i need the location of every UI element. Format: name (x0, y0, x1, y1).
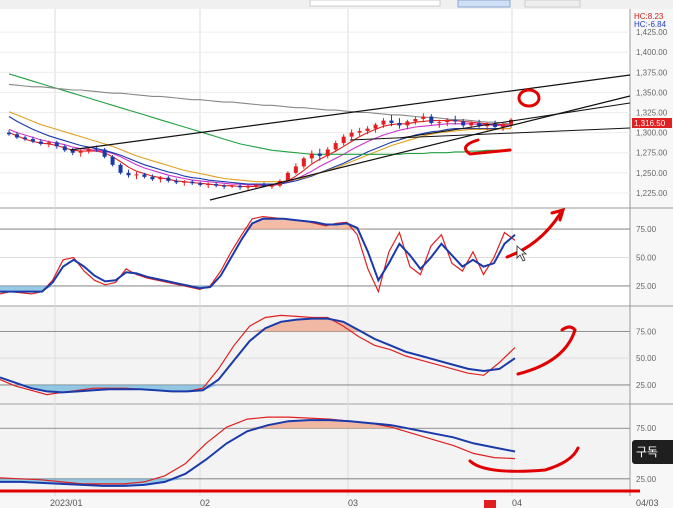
candle-body (333, 143, 338, 150)
candle-body (254, 184, 259, 187)
candle-body (341, 136, 346, 144)
candle-body (445, 119, 450, 123)
y-tick-label: 1,400.00 (636, 48, 668, 57)
candle-body (373, 124, 378, 129)
candle-body (301, 158, 306, 167)
candle-body (206, 184, 211, 186)
candle-body (166, 177, 171, 181)
x-tick-label: 02 (200, 498, 210, 508)
candle-body (142, 174, 147, 177)
candle-body (437, 122, 442, 124)
candle-body (421, 116, 426, 119)
candle-body (70, 150, 75, 153)
candle-body (118, 164, 123, 173)
candle-body (94, 148, 99, 150)
y-tick-label: 75.00 (636, 424, 657, 433)
candle-body (405, 121, 410, 126)
candle-body (102, 149, 107, 157)
lc-label: HC:-6.84 (634, 20, 667, 29)
candle-body (325, 149, 330, 156)
candle-body (214, 184, 219, 186)
candle-body (110, 156, 115, 165)
candle-body (38, 141, 43, 144)
candle-body (269, 185, 274, 187)
toolbar-button[interactable] (457, 0, 511, 8)
subscribe-button[interactable]: 구독 (632, 440, 673, 464)
x-tick-label: 04/03 (636, 498, 659, 508)
candle-body (493, 123, 498, 127)
x-tick-label: 2023/01 (50, 498, 83, 508)
candle-body (230, 185, 235, 187)
candle-body (14, 134, 19, 138)
y-tick-label: 1,425.00 (636, 28, 668, 37)
y-tick-label: 25.00 (636, 381, 657, 390)
candle-body (174, 180, 179, 183)
candle-body (246, 186, 251, 188)
y-tick-label: 75.00 (636, 327, 657, 336)
candle-body (309, 153, 314, 159)
candle-body (461, 121, 466, 126)
panel-backgrounds (0, 9, 673, 508)
x-tick-label: 04 (512, 498, 522, 508)
candle-body (190, 181, 195, 184)
candle-body (182, 181, 187, 183)
y-tick-label: 1,300.00 (636, 129, 668, 138)
y-tick-label: 1,375.00 (636, 68, 668, 77)
toolbar-field[interactable] (309, 0, 441, 7)
candle-body (381, 120, 386, 125)
candle-body (222, 185, 227, 187)
candle-body (365, 128, 370, 132)
x-axis-strip (0, 496, 673, 508)
candle-body (453, 119, 458, 122)
candle-body (134, 174, 139, 176)
y-tick-label: 25.00 (636, 282, 657, 291)
candle-body (429, 116, 434, 123)
y-tick-label: 75.00 (636, 225, 657, 234)
toolbar-button-2[interactable] (524, 0, 581, 8)
candle-body (198, 183, 203, 185)
y-tick-label: 1,275.00 (636, 149, 668, 158)
candle-body (126, 172, 131, 176)
candle-body (78, 151, 83, 153)
candle-body (285, 172, 290, 181)
y-tick-label: 50.00 (636, 354, 657, 363)
y-tick-label: 1,250.00 (636, 169, 668, 178)
candle-body (158, 177, 163, 180)
y-tick-label: 50.00 (636, 254, 657, 263)
candle-body (349, 132, 354, 137)
candle-body (413, 118, 418, 122)
candle-body (6, 132, 11, 135)
candle-body (389, 120, 394, 123)
candle-body (46, 142, 51, 144)
y-tick-label: 25.00 (636, 475, 657, 484)
candle-body (357, 131, 362, 133)
candle-body (86, 148, 91, 152)
candle-body (54, 142, 59, 147)
x-tick-label: 03 (348, 498, 358, 508)
candle-body (317, 153, 322, 156)
candle-body (397, 122, 402, 126)
last-price-label: 1,316.50 (634, 119, 666, 128)
current-date-marker (484, 500, 496, 508)
chart-area: 1,225.00 1,250.00 1,275.00 1,300.00 1,325.00… (0, 0, 673, 508)
y-tick-label: 1,350.00 (636, 88, 668, 97)
candle-body (469, 122, 474, 126)
candle-body (62, 146, 67, 151)
candle-body (30, 139, 35, 142)
y-tick-label: 1,225.00 (636, 189, 668, 198)
y-tick-label: 1,325.00 (636, 109, 668, 118)
candle-body (22, 137, 27, 140)
candle-body (238, 185, 243, 188)
candle-body (293, 166, 298, 173)
candle-body (150, 176, 155, 180)
